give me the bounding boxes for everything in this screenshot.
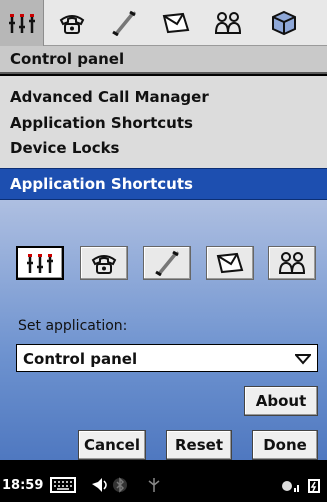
app-button-control-panel[interactable] [16,246,64,280]
bluetooth-icon [113,477,127,493]
phone-icon [91,255,117,274]
handset-icon [155,250,179,276]
list-item[interactable]: Advanced Call Manager [10,88,209,106]
tab-applications[interactable] [262,6,306,40]
application-select[interactable]: Control panel [16,344,318,372]
people-icon [278,252,306,274]
done-button[interactable]: Done [252,430,318,460]
people-icon [214,12,242,34]
tab-calls[interactable] [102,6,146,40]
selected-application: Control panel [23,350,138,368]
list-item[interactable]: Device Locks [10,139,120,157]
app-button-messages[interactable] [206,246,254,280]
tab-control-panel[interactable] [0,0,44,46]
settings-list: Advanced Call Manager Application Shortc… [0,76,327,168]
tab-phone[interactable] [50,6,94,40]
signal-icon[interactable] [280,476,302,494]
chevron-down-icon[interactable] [295,353,311,365]
handset-icon [112,10,136,36]
page-title: Control panel [10,50,125,68]
list-item[interactable]: Application Shortcuts [10,114,193,132]
about-button[interactable]: About [244,386,318,416]
clock: 18:59 [2,478,44,493]
dialog-title-bar: Application Shortcuts [0,168,327,200]
phone-icon [59,15,85,34]
cancel-button[interactable]: Cancel [78,430,146,460]
app-button-phone[interactable] [80,246,128,280]
sliders-icon [27,254,53,273]
top-tab-bar [0,0,327,46]
envelope-icon [216,252,244,274]
dialog-body: Set application: Control panel About Can… [0,200,327,460]
tab-messages[interactable] [154,6,198,40]
dialog-title: Application Shortcuts [10,175,193,193]
cube-icon [272,10,296,36]
keyboard-icon[interactable] [50,476,76,494]
app-button-calls[interactable] [143,246,191,280]
battery-icon[interactable] [305,476,325,496]
tab-contacts[interactable] [206,6,250,40]
status-bar: 18:59 [0,470,327,502]
volume-icon[interactable] [90,476,110,494]
reset-button[interactable]: Reset [166,430,232,460]
application-shortcuts-dialog: Application Shortcuts Set application: C… [0,168,327,460]
app-button-contacts[interactable] [268,246,316,280]
set-application-label: Set application: [18,318,128,334]
envelope-icon [162,12,190,34]
sliders-icon [8,14,35,33]
title-strip: Control panel [0,46,327,74]
antenna-icon [148,478,160,492]
